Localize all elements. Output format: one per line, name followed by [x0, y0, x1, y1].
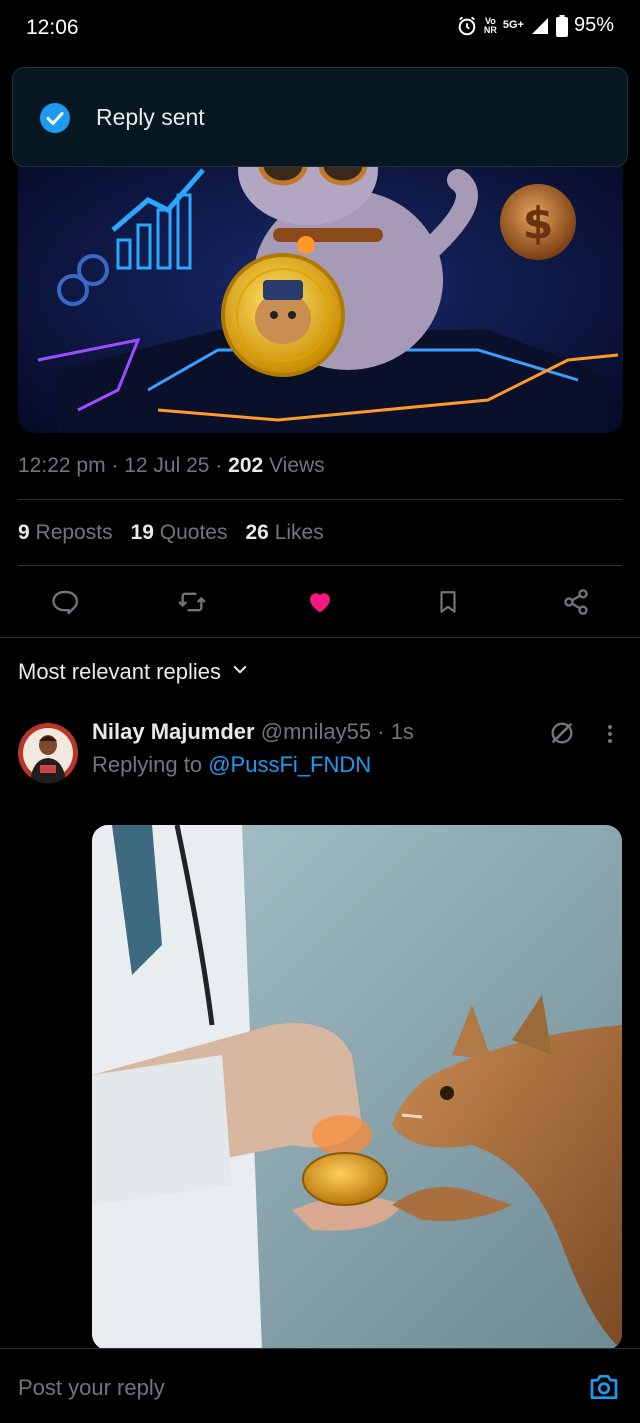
- svg-text:$: $: [523, 198, 554, 249]
- sort-label: Most relevant replies: [18, 659, 221, 684]
- toast-message: Reply sent: [96, 104, 205, 130]
- quotes-stat[interactable]: 19 Quotes: [131, 521, 228, 545]
- more-options-icon[interactable]: [600, 722, 620, 751]
- tweet-stats: 9 Reposts 19 Quotes 26 Likes: [18, 521, 324, 545]
- check-circle-icon: [39, 102, 71, 139]
- tweet-meta: 12:22 pm · 12 Jul 25 · 202 Views: [18, 454, 325, 477]
- status-icons: Vo NR 5G+ 95%: [456, 14, 614, 37]
- views-count: 202: [228, 454, 264, 477]
- reply-header: Nilay Majumder @mnilay55 · 1s: [92, 719, 414, 744]
- likes-stat[interactable]: 26 Likes: [246, 521, 324, 545]
- reposts-stat[interactable]: 9 Reposts: [18, 521, 113, 545]
- heart-filled-icon[interactable]: [304, 586, 336, 618]
- replying-handle-link[interactable]: @PussFi_FNDN: [208, 752, 371, 777]
- divider: [18, 499, 622, 500]
- tweet-date: 12 Jul 25: [124, 454, 210, 477]
- status-time: 12:06: [26, 16, 79, 39]
- tweet-time: 12:22 pm: [18, 454, 106, 477]
- camera-icon[interactable]: [588, 1372, 620, 1407]
- alarm-icon: [456, 15, 478, 37]
- reply-time: 1s: [390, 719, 414, 744]
- replying-to: Replying to @PussFi_FNDN: [92, 752, 372, 777]
- tweet-action-bar: [0, 580, 640, 624]
- author-name[interactable]: Nilay Majumder: [92, 719, 255, 744]
- status-bar: 12:06 Vo NR 5G+ 95%: [0, 0, 640, 56]
- reply-input[interactable]: Post your reply: [18, 1375, 165, 1401]
- signal-icon: [530, 16, 550, 36]
- battery-percent: 95%: [573, 14, 614, 36]
- repost-icon[interactable]: [176, 586, 208, 618]
- network-type: 5G+: [502, 19, 524, 31]
- reply-icon[interactable]: [48, 586, 80, 618]
- author-handle[interactable]: @mnilay55: [261, 719, 371, 744]
- chevron-down-icon: [231, 659, 249, 685]
- reply-composer: Post your reply: [0, 1348, 640, 1423]
- avatar[interactable]: [18, 723, 78, 783]
- battery-icon: [555, 14, 568, 37]
- grok-icon[interactable]: [548, 719, 576, 752]
- reply-image[interactable]: [92, 825, 622, 1350]
- views-label: Views: [269, 454, 325, 477]
- volte-label: Vo NR: [483, 15, 497, 35]
- divider: [0, 637, 640, 638]
- bookmark-icon[interactable]: [432, 586, 464, 618]
- share-icon[interactable]: [560, 586, 592, 618]
- reply-sent-toast: Reply sent: [12, 67, 628, 167]
- replies-sort-dropdown[interactable]: Most relevant replies: [18, 659, 249, 685]
- tweet-image[interactable]: $: [18, 140, 623, 433]
- divider: [18, 565, 622, 566]
